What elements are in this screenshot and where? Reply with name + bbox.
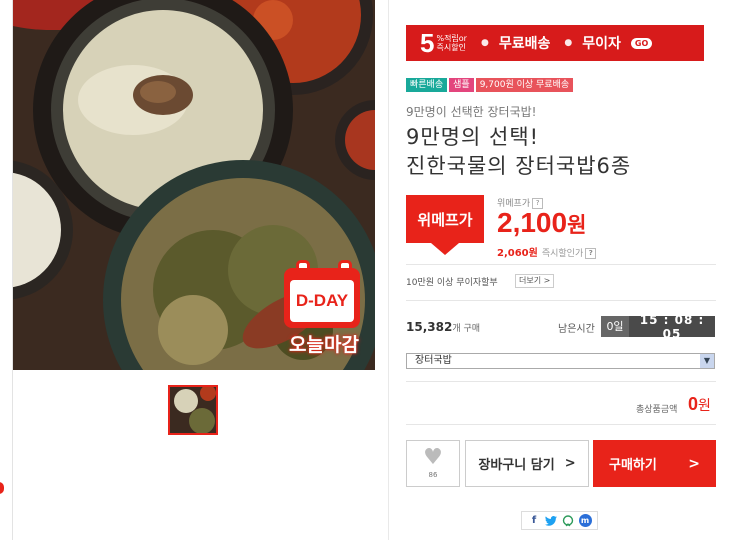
price-value: 2,100원 [497, 207, 586, 239]
facebook-icon[interactable]: f [528, 514, 541, 527]
badge-sample: 샘플 [449, 78, 474, 92]
product-title-line1: 9만명의 선택! [406, 125, 540, 149]
product-title: 9만명의 선택! 진한국물의 장터국밥6종 [406, 123, 631, 181]
promo-banner[interactable]: 5 %적립or 즉시할인 ● 무료배송 ● 무이자 GO [406, 25, 704, 61]
banner-free-shipping: 무료배송 [498, 36, 551, 52]
divider [406, 264, 716, 265]
price-number: 2,100 [497, 207, 568, 238]
dday-caption: 오늘마감 [289, 334, 359, 356]
divider [406, 381, 716, 382]
total-unit: 원 [698, 397, 711, 413]
help-icon[interactable]: ? [585, 247, 597, 259]
sold-number: 15,382 [406, 320, 453, 334]
divider [406, 424, 716, 425]
instant-label: 즉시할인가 [541, 249, 584, 259]
wish-count: 86 [428, 471, 438, 479]
price-flag: 위메프가 [406, 195, 484, 257]
twitter-icon[interactable] [545, 514, 558, 527]
badge-fast-delivery: 빠른배송 [406, 78, 448, 92]
banner-five-sub: %적립or 즉시할인 [436, 34, 467, 52]
banner-go-button[interactable]: GO [630, 37, 653, 49]
product-thumbnail[interactable] [168, 385, 218, 435]
countdown-days: 0일 [601, 316, 629, 337]
total-number: 0 [688, 394, 699, 414]
dday-label: D-DAY [295, 291, 349, 310]
sold-unit: 개 구매 [452, 324, 481, 334]
add-to-cart-button[interactable]: 장바구니 담기 > [465, 440, 589, 487]
total-label: 총상품금액 [636, 405, 678, 415]
option-selected: 장터국밥 [415, 355, 452, 366]
kakaostory-icon[interactable] [562, 514, 575, 527]
badge-free-shipping: 9,700원 이상 무료배송 [475, 78, 574, 92]
countdown-time: 15 : 08 : 05 [639, 312, 705, 341]
price-unit: 원 [567, 214, 587, 237]
side-floating-tab[interactable] [0, 482, 4, 494]
price-flag-tip [431, 243, 459, 255]
banner-dot-icon: ● [564, 38, 573, 48]
column-divider [388, 0, 389, 540]
more-label: 더보기 [519, 276, 542, 285]
product-title-line2: 진한국물의 장터국밥6종 [406, 154, 632, 178]
sold-count: 15,382개 구매 [406, 320, 480, 334]
band-icon[interactable]: m [578, 514, 592, 527]
thumbnail-image [170, 387, 216, 433]
banner-dot-icon: ● [480, 38, 489, 48]
banner-no-interest: 무이자 [582, 36, 621, 52]
banner-five-sub-line1: %적립or [436, 34, 467, 43]
instant-discount: 2,060원 즉시할인가? [497, 244, 597, 259]
cart-label: 장바구니 담기 [478, 458, 555, 473]
calendar-icon: D-DAY [284, 268, 360, 328]
price-flag-label: 위메프가 [406, 195, 484, 243]
product-subtitle: 9만명이 선택한 장터국밥! [406, 105, 537, 119]
dday-badge: D-DAY 오늘마감 [280, 258, 368, 358]
remain-label: 남은시간 [558, 324, 595, 335]
share-bar: f m [521, 511, 598, 530]
product-main-image: D-DAY 오늘마감 [13, 0, 375, 370]
countdown-timer: 0일 15 : 08 : 05 [601, 313, 715, 341]
buy-label: 구매하기 [609, 458, 657, 473]
total-value: 0원 [688, 394, 711, 415]
heart-icon: ♥ [423, 445, 443, 470]
buy-button[interactable]: 구매하기 > [593, 440, 716, 487]
divider [406, 300, 716, 301]
chevron-right-icon: > [688, 455, 700, 472]
chevron-down-icon[interactable]: ▼ [700, 354, 714, 368]
chevron-right-icon: > [564, 456, 576, 471]
wish-button[interactable]: ♥ 86 [406, 440, 460, 487]
banner-five-sub-line2: 즉시할인 [436, 43, 466, 52]
instant-price: 2,060원 [497, 248, 538, 259]
installment-text: 10만원 이상 무이자할부 [406, 278, 498, 288]
option-select[interactable]: 장터국밥 ▼ [406, 353, 715, 369]
more-button[interactable]: 더보기 > [515, 274, 555, 288]
banner-five: 5 [420, 27, 435, 58]
badge-row: 빠른배송 샘플 9,700원 이상 무료배송 [406, 78, 574, 92]
